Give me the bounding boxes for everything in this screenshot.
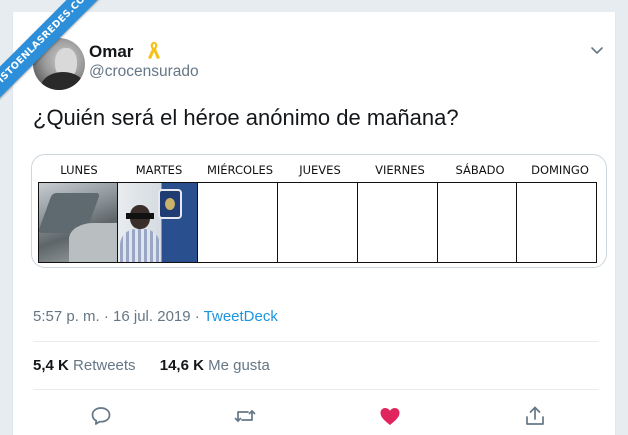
share-icon[interactable] (523, 404, 547, 428)
tuesday-photo (117, 183, 199, 262)
divider (33, 389, 599, 390)
day-label: VIERNES (375, 163, 425, 177)
retweet-icon[interactable] (233, 404, 257, 428)
thursday-cell (278, 183, 358, 262)
reply-icon[interactable] (89, 404, 113, 428)
retweets-label: Retweets (73, 357, 136, 374)
day-label: MIÉRCOLES (206, 163, 274, 177)
retweets-stat[interactable]: 5,4 K Retweets (33, 357, 136, 374)
watermark-ribbon: VISTOENLASREDES.COM (0, 0, 120, 120)
likes-label: Me gusta (208, 357, 270, 374)
sunday-cell (517, 183, 597, 262)
awareness-ribbon-icon (148, 42, 160, 59)
day-label: JUEVES (299, 163, 341, 177)
tweet-meta: 5:57 p. m. · 16 jul. 2019 · TweetDeck (33, 308, 278, 325)
day-label: LUNES (60, 163, 98, 177)
day-label: DOMINGO (531, 163, 589, 177)
timestamp[interactable]: 5:57 p. m. · 16 jul. 2019 · (33, 308, 204, 325)
weekday-header: LUNES MARTES MIÉRCOLES JUEVES VIERNES SÁ… (40, 163, 600, 181)
day-label: MARTES (135, 163, 183, 177)
saturday-cell (437, 183, 518, 262)
divider (33, 341, 599, 342)
likes-stat[interactable]: 14,6 K Me gusta (160, 357, 270, 374)
like-icon[interactable] (378, 404, 402, 428)
media-image[interactable]: LUNES MARTES MIÉRCOLES JUEVES VIERNES SÁ… (31, 154, 607, 268)
tweet-stats: 5,4 K Retweets 14,6 K Me gusta (33, 357, 270, 374)
day-label: SÁBADO (455, 163, 505, 177)
likes-count: 14,6 K (159, 357, 204, 374)
friday-cell (357, 183, 438, 262)
source-link[interactable]: TweetDeck (204, 308, 278, 325)
chevron-down-icon[interactable] (589, 42, 605, 58)
monday-photo (39, 183, 118, 262)
wednesday-cell (198, 183, 279, 262)
weekday-grid (38, 182, 597, 263)
retweets-count: 5,4 K (33, 357, 69, 374)
watermark-text: VISTOENLASREDES.COM (0, 0, 111, 107)
